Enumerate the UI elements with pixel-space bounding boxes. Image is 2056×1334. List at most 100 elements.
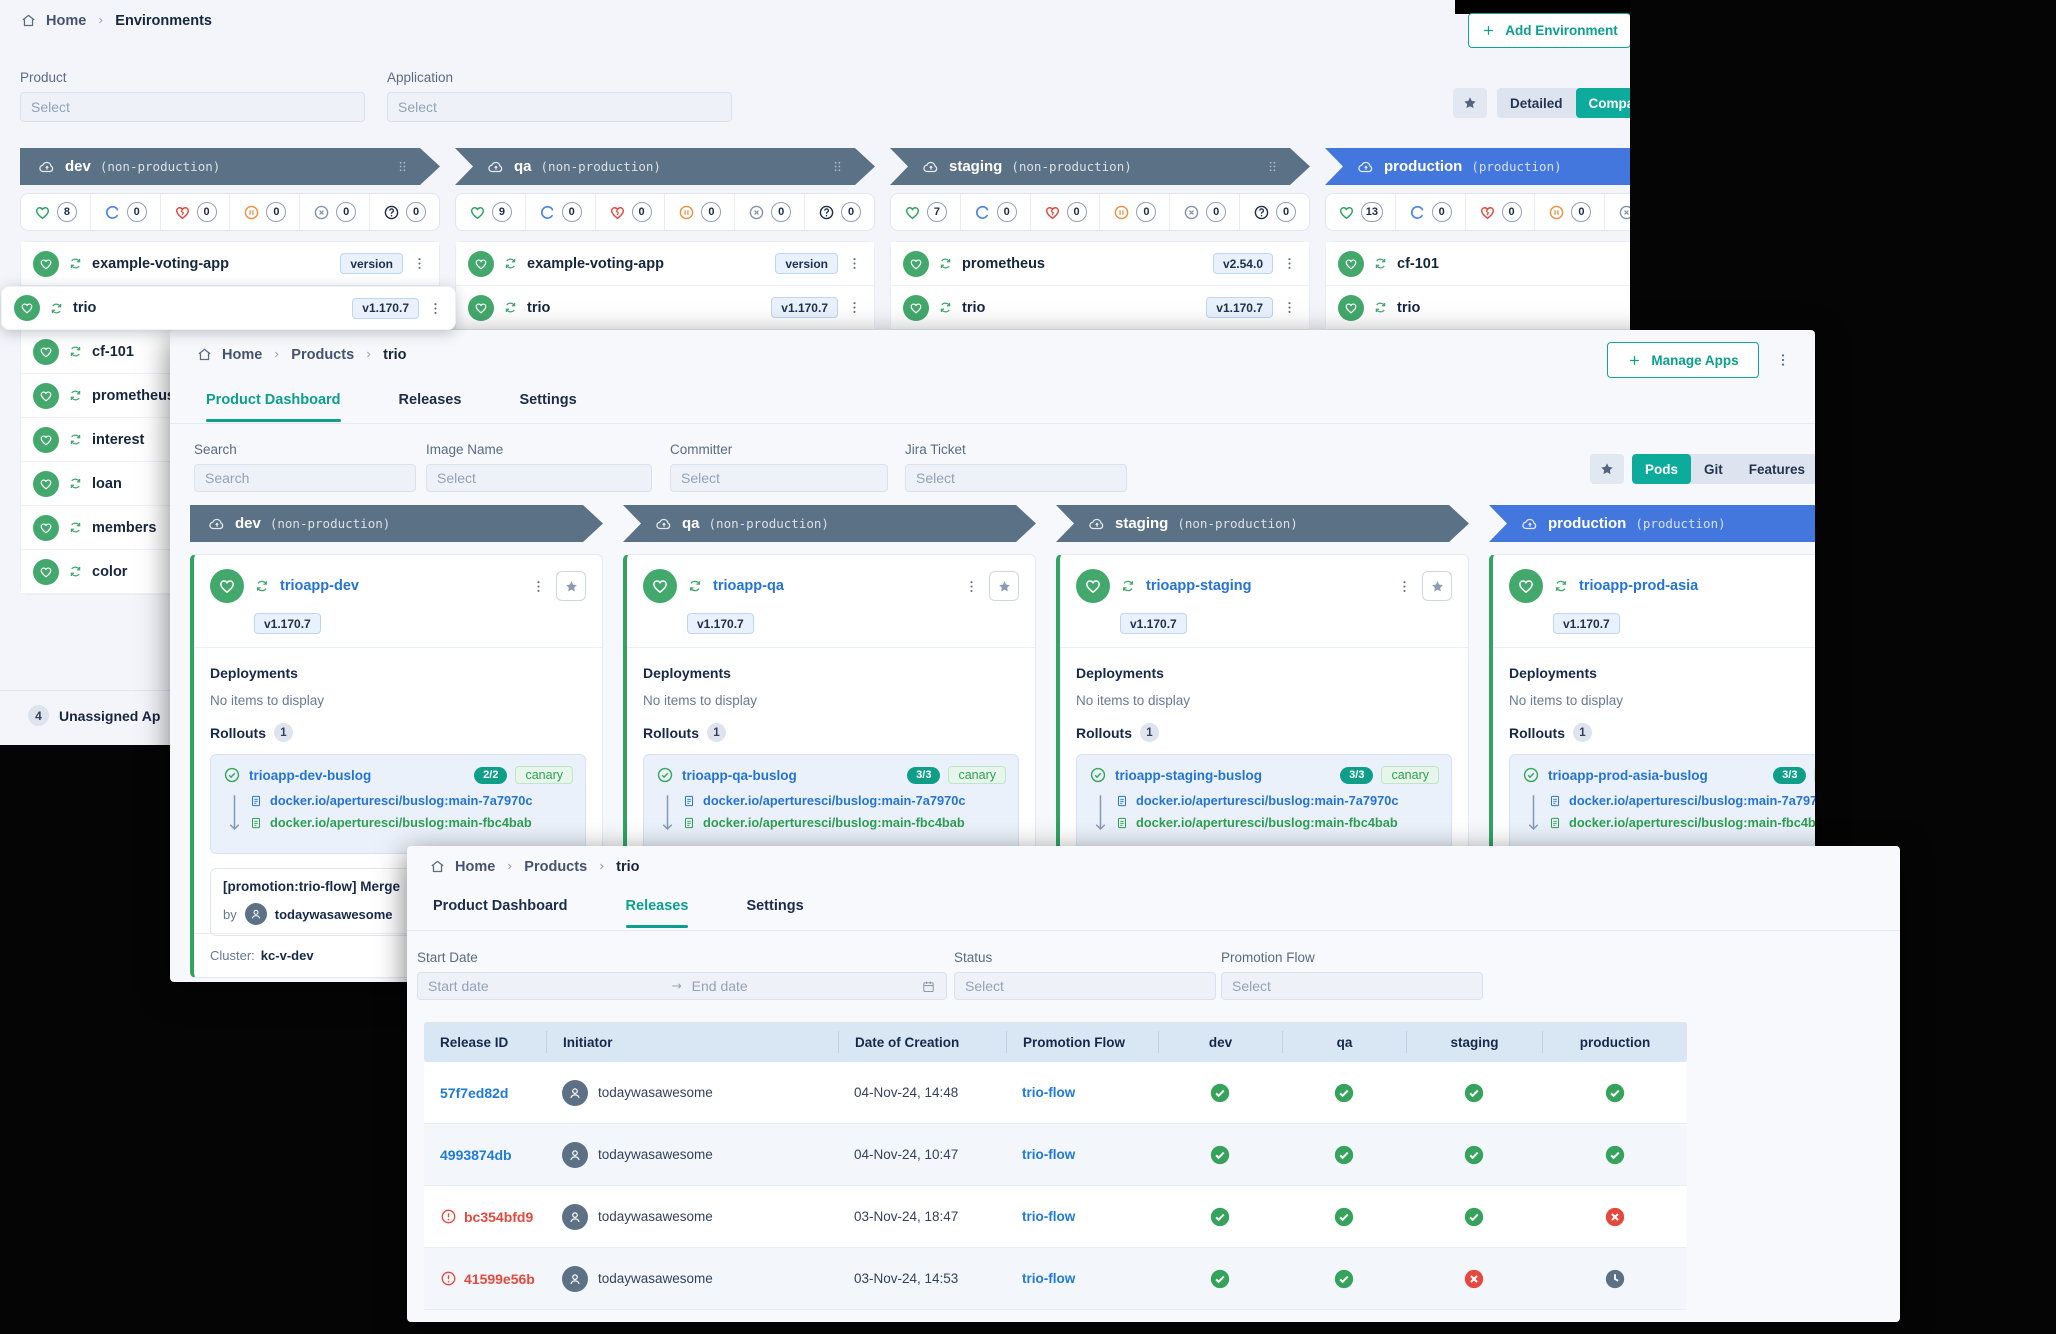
home-icon[interactable] (196, 346, 213, 363)
application-row[interactable]: example-voting-app version (456, 242, 874, 286)
kebab-menu-icon[interactable] (1397, 579, 1412, 594)
kebab-menu-icon[interactable] (531, 579, 546, 594)
rollout-name-link[interactable]: trioapp-dev-buslog (249, 768, 466, 783)
window-kebab-menu[interactable] (1774, 350, 1792, 370)
release-id-link[interactable]: 57f7ed82d (440, 1085, 508, 1101)
search-input[interactable] (194, 464, 416, 492)
product-filter-select[interactable] (20, 92, 365, 122)
unknown-count[interactable]: 0 (1239, 194, 1309, 230)
view-compact-option[interactable]: Compact (1576, 88, 1630, 118)
drag-handle-icon[interactable] (1265, 159, 1280, 174)
application-name[interactable]: trio (527, 300, 762, 316)
view-git-option[interactable]: Git (1691, 454, 1736, 484)
drag-handle-icon[interactable] (830, 159, 845, 174)
view-features-option[interactable]: Features (1736, 454, 1815, 484)
suspended-count[interactable]: 0 (1099, 194, 1169, 230)
progressing-count[interactable]: 0 (525, 194, 595, 230)
favorite-star-button[interactable] (989, 571, 1019, 601)
committer-select[interactable] (670, 464, 888, 492)
application-name-link[interactable]: trioapp-prod-asia (1579, 578, 1815, 594)
rollout-name-link[interactable]: trioapp-staging-buslog (1115, 768, 1332, 783)
application-row[interactable]: trio v1.170.7 (456, 286, 874, 330)
healthy-count[interactable]: 13 (1326, 194, 1395, 230)
application-row[interactable]: trio v1.170.7 (891, 286, 1309, 330)
breadcrumb-products-link[interactable]: Products (524, 859, 587, 875)
application-name-link[interactable]: trioapp-dev (280, 578, 521, 594)
application-name[interactable]: cf-101 (1397, 256, 1630, 272)
healthy-count[interactable]: 8 (21, 194, 90, 230)
home-icon[interactable] (429, 858, 446, 875)
application-name[interactable]: trio (73, 300, 343, 316)
view-detailed-option[interactable]: Detailed (1497, 88, 1576, 118)
environment-header[interactable]: production (production) (1325, 148, 1630, 185)
environment-header[interactable]: staging (non-production) (890, 148, 1310, 185)
image-name[interactable]: docker.io/aperturesci/buslog:main-fbc4ba… (703, 815, 965, 830)
image-name[interactable]: docker.io/aperturesci/buslog:main-7a7970… (703, 793, 965, 808)
favorite-star-button[interactable] (1422, 571, 1452, 601)
application-name[interactable]: example-voting-app (527, 256, 766, 272)
release-row[interactable]: bc354bfd9 todaywasawesome 03-Nov-24, 18:… (424, 1186, 1687, 1248)
breadcrumb-home-link[interactable]: Home (455, 859, 495, 875)
degraded-count[interactable]: 0 (1030, 194, 1100, 230)
image-name[interactable]: docker.io/aperturesci/buslog:main-fbc4ba… (1136, 815, 1398, 830)
kebab-menu-icon[interactable] (847, 256, 862, 271)
environment-header[interactable]: staging (non-production) (1056, 505, 1469, 542)
version-badge[interactable]: v1.170.7 (1553, 613, 1620, 634)
image-name[interactable]: docker.io/aperturesci/buslog:main-7a7970… (1569, 793, 1815, 808)
release-row[interactable]: 57f7ed82d todaywasawesome 04-Nov-24, 14:… (424, 1062, 1687, 1124)
release-row[interactable]: 4993874db todaywasawesome 04-Nov-24, 10:… (424, 1124, 1687, 1186)
breadcrumb-products-link[interactable]: Products (291, 347, 354, 363)
image-name[interactable]: docker.io/aperturesci/buslog:main-7a7970… (270, 793, 532, 808)
environment-header[interactable]: qa (non-production) (623, 505, 1036, 542)
release-id-link[interactable]: 4993874db (440, 1147, 512, 1163)
application-row[interactable]: cf-101 v (1326, 242, 1630, 286)
version-badge[interactable]: v2.54.0 (1213, 253, 1273, 274)
version-badge[interactable]: v1.170.7 (1120, 613, 1187, 634)
home-icon[interactable] (20, 12, 37, 29)
kebab-menu-icon[interactable] (847, 300, 862, 315)
application-row[interactable]: trio v1 (1326, 286, 1630, 330)
unknown-count[interactable]: 0 (369, 194, 439, 230)
image-name[interactable]: docker.io/aperturesci/buslog:main-fbc4ba… (270, 815, 532, 830)
application-name[interactable]: trio (1397, 300, 1630, 316)
version-badge[interactable]: v1.170.7 (352, 298, 419, 319)
suspended-count[interactable]: 0 (1534, 194, 1604, 230)
jira-ticket-select[interactable] (905, 464, 1127, 492)
environment-header[interactable]: dev (non-production) (190, 505, 603, 542)
favorites-filter-button[interactable] (1453, 88, 1487, 118)
breadcrumb-home-link[interactable]: Home (46, 13, 86, 29)
drag-handle-icon[interactable] (395, 159, 410, 174)
kebab-menu-icon[interactable] (412, 256, 427, 271)
degraded-count[interactable]: 0 (160, 194, 230, 230)
version-badge[interactable]: v1.170.7 (687, 613, 754, 634)
environment-header[interactable]: qa (non-production) (455, 148, 875, 185)
calendar-icon[interactable] (921, 979, 936, 994)
tab-releases[interactable]: Releases (399, 392, 462, 422)
manage-apps-button[interactable]: Manage Apps (1607, 342, 1759, 378)
degraded-count[interactable]: 0 (1465, 194, 1535, 230)
kebab-menu-icon[interactable] (1282, 300, 1297, 315)
version-badge[interactable]: v1.170.7 (771, 297, 838, 318)
breadcrumb-home-link[interactable]: Home (222, 347, 262, 363)
favorites-filter-button[interactable] (1590, 454, 1624, 484)
image-name[interactable]: docker.io/aperturesci/buslog:main-fbc4ba… (1569, 815, 1815, 830)
release-id-link[interactable]: 41599e56b (464, 1271, 535, 1287)
unknown-count[interactable]: 0 (804, 194, 874, 230)
version-badge[interactable]: version (775, 253, 838, 274)
tab-product-dashboard[interactable]: Product Dashboard (206, 392, 341, 422)
version-badge[interactable]: v1.170.7 (1206, 297, 1273, 318)
healthy-count[interactable]: 9 (456, 194, 525, 230)
view-pods-option[interactable]: Pods (1632, 454, 1691, 484)
kebab-menu-icon[interactable] (964, 579, 979, 594)
progressing-count[interactable]: 0 (1395, 194, 1465, 230)
kebab-menu-icon[interactable] (428, 301, 443, 316)
degraded-count[interactable]: 0 (595, 194, 665, 230)
release-id-link[interactable]: bc354bfd9 (464, 1209, 533, 1225)
tab-settings[interactable]: Settings (519, 392, 576, 422)
promotion-flow-link[interactable]: trio-flow (1006, 1271, 1158, 1286)
application-name[interactable]: prometheus (962, 256, 1204, 272)
application-name[interactable]: example-voting-app (92, 256, 331, 272)
image-name[interactable]: docker.io/aperturesci/buslog:main-7a7970… (1136, 793, 1398, 808)
suspended-count[interactable]: 0 (664, 194, 734, 230)
application-row[interactable]: trio v1.170.7 (1, 286, 456, 330)
